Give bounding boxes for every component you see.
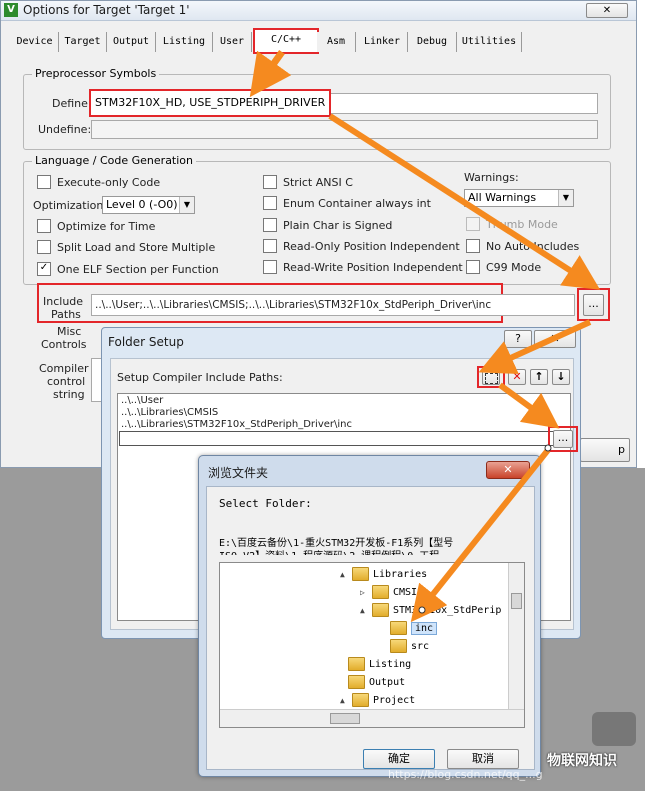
annotation-arrows: [249, 49, 601, 623]
wechat-logo-icon: [592, 712, 636, 746]
watermark-brand: 物联网知识: [547, 753, 617, 769]
arrow-define-to-browse: [328, 113, 601, 290]
watermark-url: https://blog.csdn.net/qq_...g: [388, 768, 543, 781]
arrow-start-dot: [544, 444, 552, 452]
arrow-newfolder-to-pathbrowse: [498, 382, 560, 429]
arrow-browse-to-newfolder: [478, 319, 592, 374]
arrow-tab-to-define: [249, 49, 292, 98]
arrow-pathbrowse-to-inc: [410, 448, 551, 623]
arrow-end-dot: [418, 606, 426, 614]
